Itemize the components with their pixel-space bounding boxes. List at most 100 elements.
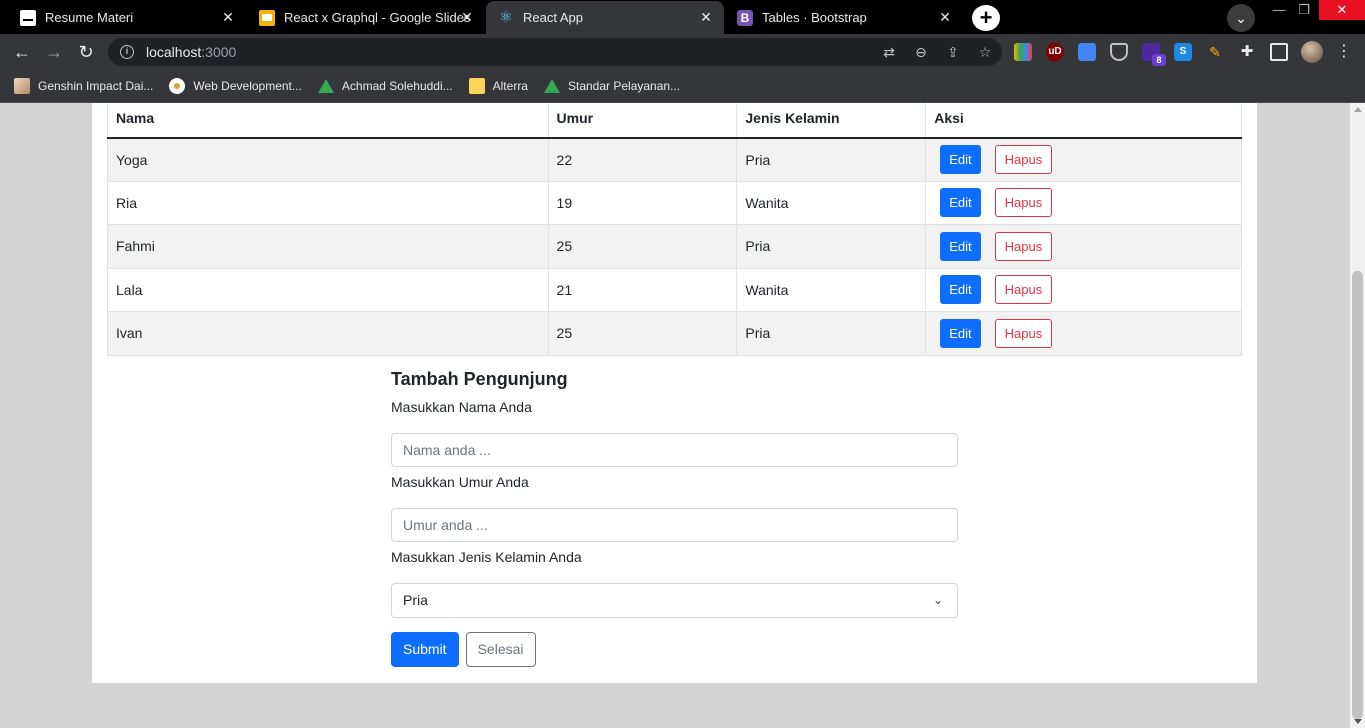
hapus-button[interactable]: Hapus <box>994 318 1053 348</box>
cell-aksi: Edit Hapus <box>925 224 1242 269</box>
share-icon[interactable]: ⇪ <box>944 43 962 61</box>
close-icon[interactable]: ✕ <box>698 9 714 25</box>
tab-strip: Resume Materi ✕ React x Graphql - Google… <box>0 0 1365 34</box>
tab-google-slides[interactable]: React x Graphql - Google Slides ✕ <box>247 1 485 34</box>
hapus-button[interactable]: Hapus <box>994 231 1053 261</box>
tab-search-button[interactable]: ⌄ <box>1227 4 1255 32</box>
cell-aksi: Edit Hapus <box>925 180 1242 225</box>
tab-resume-materi[interactable]: Resume Materi ✕ <box>8 1 246 34</box>
cell-jenis-kelamin: Pria <box>736 311 927 356</box>
web-dev-icon <box>169 78 186 94</box>
umur-input[interactable] <box>391 508 958 542</box>
forward-arrow-icon[interactable]: → <box>42 40 66 64</box>
scroll-thumb[interactable] <box>1352 271 1363 719</box>
cell-nama: Fahmi <box>107 224 549 269</box>
drive-icon <box>317 79 334 93</box>
bookmark-standar-pelayanan[interactable]: Standar Pelayanan... <box>543 79 681 93</box>
browser-toolbar: ← → ↻ i localhost:3000 ⇄ ⊖ ⇪ ☆ uD 8 S ✎ … <box>0 34 1365 70</box>
extension-pen-icon[interactable]: ✎ <box>1206 43 1224 61</box>
scroll-down-icon[interactable] <box>1354 719 1362 724</box>
zoom-out-icon[interactable]: ⊖ <box>912 43 930 61</box>
address-bar[interactable]: i localhost:3000 ⇄ ⊖ ⇪ ☆ <box>108 38 1002 66</box>
react-icon: ⚛ <box>499 8 513 26</box>
reload-icon[interactable]: ↻ <box>74 40 98 64</box>
selesai-button[interactable]: Selesai <box>465 632 536 667</box>
extension-s-icon[interactable]: S <box>1174 43 1192 61</box>
address-port: :3000 <box>201 44 237 60</box>
hapus-button[interactable]: Hapus <box>994 188 1053 218</box>
folder-icon <box>468 78 485 94</box>
table-row: Yoga 22 Pria Edit Hapus <box>107 137 1242 182</box>
close-icon[interactable]: ✕ <box>459 9 475 25</box>
page-scrollbar[interactable] <box>1350 103 1365 728</box>
menu-kebab-icon[interactable]: ⋮ <box>1336 40 1352 64</box>
close-icon[interactable]: ✕ <box>937 9 953 25</box>
table-row: Ivan 25 Pria Edit Hapus <box>107 311 1242 356</box>
add-visitor-form: Tambah Pengunjung Masukkan Nama Anda Mas… <box>391 366 958 667</box>
extensions-puzzle-icon[interactable]: ✚ <box>1238 43 1256 61</box>
bookmarks-bar: Genshin Impact Dai... Web Development...… <box>0 70 1365 103</box>
extension-badge: 8 <box>1152 54 1166 66</box>
ublock-icon[interactable]: uD <box>1046 43 1064 61</box>
profile-avatar[interactable] <box>1301 41 1323 63</box>
cell-umur: 19 <box>547 180 738 225</box>
genshin-icon <box>14 78 30 94</box>
tab-title: React App <box>523 10 583 25</box>
tab-title: Tables · Bootstrap <box>762 10 867 25</box>
header-aksi: Aksi <box>925 103 1242 139</box>
window-close-button[interactable]: ✕ <box>1319 0 1365 20</box>
side-panel-icon[interactable] <box>1270 43 1288 61</box>
edit-button[interactable]: Edit <box>940 145 981 174</box>
bookmark-achmad[interactable]: Achmad Solehuddi... <box>317 79 453 93</box>
bookmark-genshin[interactable]: Genshin Impact Dai... <box>14 78 153 94</box>
chevron-down-icon: ⌄ <box>932 593 943 607</box>
nama-input[interactable] <box>391 433 958 467</box>
table-row: Fahmi 25 Pria Edit Hapus <box>107 224 1242 269</box>
edit-button[interactable]: Edit <box>940 318 981 348</box>
hapus-button[interactable]: Hapus <box>994 275 1053 305</box>
close-icon[interactable]: ✕ <box>220 9 236 25</box>
header-nama: Nama <box>107 103 549 139</box>
extension-bars-icon[interactable] <box>1014 43 1032 61</box>
bookmark-web-development[interactable]: Web Development... <box>169 78 302 94</box>
cell-aksi: Edit Hapus <box>925 311 1242 356</box>
shield-icon[interactable] <box>1110 43 1128 61</box>
cell-umur: 22 <box>547 137 738 182</box>
cell-nama: Yoga <box>107 137 549 182</box>
visitor-table: Nama Umur Jenis Kelamin Aksi Yoga 22 Pri… <box>107 103 1242 356</box>
restore-button[interactable]: ❐ <box>1287 0 1321 20</box>
cell-aksi: Edit Hapus <box>925 267 1242 312</box>
back-arrow-icon[interactable]: ← <box>10 40 34 64</box>
edit-button[interactable]: Edit <box>940 275 981 305</box>
gender-selected-value: Pria <box>403 592 428 608</box>
tab-title: React x Graphql - Google Slides <box>284 10 471 25</box>
gender-select[interactable]: Pria ⌄ <box>391 583 958 618</box>
edit-button[interactable]: Edit <box>940 188 981 218</box>
extension-doc-icon[interactable] <box>1078 43 1096 61</box>
submit-button[interactable]: Submit <box>391 632 459 667</box>
cell-umur: 25 <box>547 311 738 356</box>
new-tab-button[interactable]: + <box>972 5 1000 31</box>
edit-button[interactable]: Edit <box>940 231 981 261</box>
nama-label: Masukkan Nama Anda <box>391 399 532 415</box>
cell-nama: Ria <box>107 180 549 225</box>
form-actions: Submit Selesai <box>391 632 958 667</box>
cell-umur: 25 <box>547 224 738 269</box>
hapus-button[interactable]: Hapus <box>994 145 1053 174</box>
tab-bootstrap-tables[interactable]: B Tables · Bootstrap ✕ <box>725 1 963 34</box>
tab-title: Resume Materi <box>45 10 134 25</box>
address-host: localhost <box>146 44 202 60</box>
header-umur: Umur <box>547 103 738 139</box>
tab-react-app[interactable]: ⚛ React App ✕ <box>486 1 724 34</box>
scroll-up-icon[interactable] <box>1354 107 1362 112</box>
table-header-row: Nama Umur Jenis Kelamin Aksi <box>107 103 1242 139</box>
bookmark-label: Web Development... <box>193 79 302 93</box>
bookmark-alterra[interactable]: Alterra <box>468 78 528 94</box>
site-info-icon[interactable]: i <box>120 45 134 59</box>
bookmark-star-icon[interactable]: ☆ <box>976 43 994 61</box>
bookmark-label: Standar Pelayanan... <box>567 79 681 93</box>
bookmark-label: Genshin Impact Dai... <box>38 79 154 93</box>
cell-nama: Lala <box>107 267 549 312</box>
header-jenis-kelamin: Jenis Kelamin <box>736 103 927 139</box>
translate-icon[interactable]: ⇄ <box>880 43 898 61</box>
